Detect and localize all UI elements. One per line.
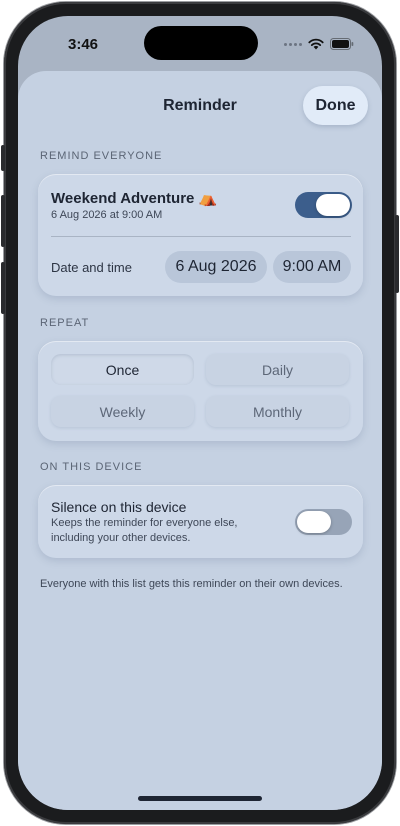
repeat-option-monthly[interactable]: Monthly (206, 396, 349, 427)
done-button[interactable]: Done (303, 86, 368, 125)
on-this-device-label: ON THIS DEVICE (40, 461, 143, 473)
time-picker-button[interactable]: 9:00 AM (273, 251, 351, 283)
reminder-sheet: Reminder Done REMIND EVERYONE Weekend Ad… (18, 71, 382, 810)
toggle-knob (316, 194, 350, 216)
remind-everyone-toggle[interactable] (295, 192, 352, 218)
cellular-signal-icon (284, 42, 302, 46)
home-indicator (138, 796, 262, 801)
volume-down-button (1, 262, 5, 314)
wifi-icon (308, 38, 324, 50)
repeat-option-weekly[interactable]: Weekly (51, 396, 194, 427)
repeat-option-daily[interactable]: Daily (206, 354, 349, 385)
divider (51, 236, 351, 237)
battery-icon (330, 38, 354, 50)
action-button (1, 145, 5, 171)
volume-up-button (1, 195, 5, 247)
repeat-option-once[interactable]: Once (51, 354, 194, 385)
on-this-device-card: Silence on this device Keeps the reminde… (38, 485, 363, 558)
toggle-knob (297, 511, 331, 533)
silence-title: Silence on this device (51, 499, 187, 515)
remind-everyone-label: REMIND EVERYONE (40, 150, 163, 162)
power-button (395, 215, 399, 293)
remind-everyone-card: Weekend Adventure ⛺ 6 Aug 2026 at 9:00 A… (38, 174, 363, 296)
screen: 3:46 Reminder Done REMIND EVERYONE Weeke… (18, 16, 382, 810)
footer-note: Everyone with this list gets this remind… (40, 578, 343, 590)
dynamic-island (144, 26, 258, 60)
silence-toggle[interactable] (295, 509, 352, 535)
event-title: Weekend Adventure ⛺ (51, 190, 218, 207)
repeat-card: Once Daily Weekly Monthly (38, 341, 363, 441)
silence-description: Keeps the reminder for everyone else, in… (51, 517, 238, 544)
status-time: 3:46 (68, 36, 99, 53)
event-subtitle: 6 Aug 2026 at 9:00 AM (51, 209, 163, 221)
date-picker-button[interactable]: 6 Aug 2026 (165, 251, 267, 283)
status-icons (284, 38, 354, 50)
date-time-label: Date and time (51, 260, 132, 275)
repeat-label: REPEAT (40, 317, 90, 329)
